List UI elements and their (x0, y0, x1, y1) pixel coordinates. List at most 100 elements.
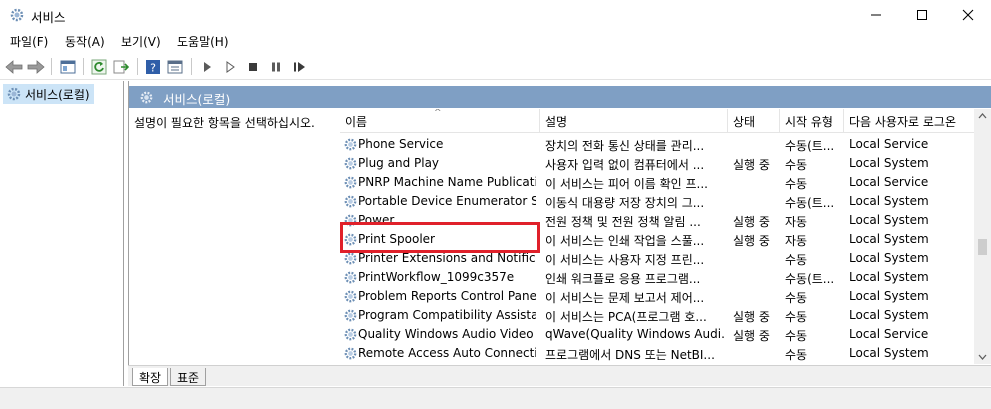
back-arrow-icon[interactable] (4, 57, 24, 77)
title-bar: 서비스 (0, 0, 991, 30)
toolbar: ? (0, 53, 991, 80)
cell-startup: 수동 (785, 310, 808, 324)
cell-name: Program Compatibility Assista... (358, 308, 536, 322)
services-gear-icon (9, 7, 25, 23)
cell-startup: 수동 (785, 177, 808, 191)
scroll-up-icon (978, 113, 987, 119)
export-list-icon[interactable] (111, 57, 131, 77)
description-text: 설명이 필요한 항목을 선택하십시오. (134, 116, 315, 130)
cell-logon: Local Service (849, 327, 929, 341)
view-tabs: 확장 표준 (128, 365, 991, 386)
cell-startup: 수동 (785, 348, 808, 362)
menu-help[interactable]: 도움말(H) (177, 33, 229, 50)
column-header-description[interactable]: 설명 (540, 109, 728, 133)
scroll-down-icon (978, 354, 987, 360)
column-header-label: 시작 유형 (785, 115, 833, 129)
vertical-scrollbar[interactable] (974, 109, 991, 364)
console-tree-icon[interactable] (58, 57, 78, 77)
cell-name: PNRP Machine Name Publicati... (358, 175, 536, 189)
table-row[interactable]: PNRP Machine Name Publicati... 이 서비스는 피어 … (340, 173, 982, 192)
properties-icon[interactable] (165, 57, 185, 77)
cell-desc: 이동식 대용량 저장 장치의 그... (545, 196, 705, 210)
play-icon[interactable] (197, 57, 217, 77)
cell-name: Portable Device Enumerator Se... (358, 194, 536, 208)
sort-ascending-icon: ^ (434, 109, 442, 118)
cell-logon: Local System (849, 194, 929, 208)
cell-startup: 수동 (785, 158, 808, 172)
column-header-startup-type[interactable]: 시작 유형 (780, 109, 844, 133)
cell-startup: 자동 (785, 234, 808, 248)
menu-bar: 파일(F) 동작(A) 보기(V) 도움말(H) (0, 30, 991, 52)
cell-desc: 이 서비스는 문제 보고서 제어... (545, 291, 705, 305)
column-header-label: 설명 (545, 115, 568, 129)
tab-standard[interactable]: 표준 (170, 368, 207, 386)
column-header-logon[interactable]: 다음 사용자로 로그온 (844, 109, 982, 133)
cell-logon: Local System (849, 213, 929, 227)
cell-desc: 이 서비스는 사용자 지정 프린... (545, 253, 705, 267)
cell-logon: Local System (849, 289, 929, 303)
cell-status: 실행 중 (733, 234, 770, 248)
table-row[interactable]: Problem Reports Control Panel... 이 서비스는 문… (340, 287, 982, 306)
services-gear-icon (6, 86, 22, 105)
cell-startup: 수동(트... (785, 272, 835, 286)
cell-name: Remote Access Auto Connecti... (358, 346, 536, 360)
column-header-status[interactable]: 상태 (728, 109, 780, 133)
scrollbar-thumb[interactable] (978, 239, 987, 255)
menu-file[interactable]: 파일(F) (10, 33, 48, 50)
services-gear-icon (139, 90, 154, 108)
main-pane: 서비스(로컬) 설명이 필요한 항목을 선택하십시오. 이름 ^ 설명 상태 시… (128, 81, 991, 386)
cell-name: Printer Extensions and Notifica... (358, 251, 536, 265)
toolbar-separator (83, 58, 84, 75)
table-row[interactable]: Plug and Play 사용자 입력 없이 컴퓨터에서 ... 실행 중 수동 Lo… (340, 154, 982, 173)
table-row[interactable]: PrintWorkflow_1099c357e 인쇄 워크플로 응용 프로그램..… (340, 268, 982, 287)
cell-name: PrintWorkflow_1099c357e (358, 270, 515, 284)
table-header-row: 이름 ^ 설명 상태 시작 유형 다음 사용자로 로그온 (340, 109, 982, 133)
cell-logon: Local System (849, 251, 929, 265)
window-title: 서비스 (31, 10, 66, 25)
column-header-label: 상태 (733, 115, 756, 129)
play-outline-icon[interactable] (220, 57, 240, 77)
cell-startup: 자동 (785, 215, 808, 229)
cell-logon: Local Service (849, 137, 929, 151)
cell-startup: 수동 (785, 291, 808, 305)
pause-icon[interactable] (266, 57, 286, 77)
cell-desc: 프로그램에서 DNS 또는 NetBI... (545, 348, 715, 362)
cell-name: Problem Reports Control Panel... (358, 289, 536, 303)
table-row[interactable]: Quality Windows Audio Video ... qWave(Qua… (340, 325, 982, 344)
cell-logon: Local System (849, 156, 929, 170)
pane-header: 서비스(로컬) (129, 86, 991, 108)
tab-extended[interactable]: 확장 (132, 368, 169, 386)
cell-logon: Local Service (849, 175, 929, 189)
cell-status: 실행 중 (733, 158, 770, 172)
restart-icon[interactable] (290, 57, 310, 77)
cell-desc: 이 서비스는 피어 이름 확인 프... (545, 177, 708, 191)
forward-arrow-icon[interactable] (26, 57, 46, 77)
cell-name: Plug and Play (358, 156, 440, 170)
table-row[interactable]: Program Compatibility Assista... 이 서비스는 P… (340, 306, 982, 325)
cell-name: Phone Service (358, 137, 444, 151)
cell-name: Quality Windows Audio Video ... (358, 327, 536, 341)
cell-startup: 수동(트... (785, 196, 835, 210)
tree-item-services-local[interactable]: 서비스(로컬) (3, 84, 94, 104)
menu-view[interactable]: 보기(V) (121, 33, 161, 50)
maximize-button[interactable] (899, 0, 945, 30)
cell-status: 실행 중 (733, 215, 770, 229)
table-row[interactable]: Phone Service 장치의 전화 통신 상태를 관리... 수동(트... L… (340, 135, 982, 154)
cell-desc: 전원 정책 및 전원 정책 알림 ... (545, 215, 701, 229)
cell-logon: Local System (849, 346, 929, 360)
toolbar-separator (137, 58, 138, 75)
close-button[interactable] (945, 0, 991, 30)
cell-desc: 사용자 입력 없이 컴퓨터에서 ... (545, 158, 705, 172)
stop-icon[interactable] (243, 57, 263, 77)
table-row[interactable]: Remote Access Auto Connecti... 프로그램에서 DNS… (340, 344, 982, 363)
minimize-button[interactable] (853, 0, 899, 30)
pane-header-title: 서비스(로컬) (163, 92, 231, 107)
cell-logon: Local System (849, 270, 929, 284)
cell-desc: qWave(Quality Windows Audi... (545, 327, 725, 341)
menu-action[interactable]: 동작(A) (65, 33, 105, 50)
table-row[interactable]: Portable Device Enumerator Se... 이동식 대용량 … (340, 192, 982, 211)
help-icon[interactable]: ? (143, 57, 163, 77)
column-header-label: 이름 (345, 115, 368, 129)
refresh-icon[interactable] (89, 57, 109, 77)
cell-startup: 수동 (785, 329, 808, 343)
